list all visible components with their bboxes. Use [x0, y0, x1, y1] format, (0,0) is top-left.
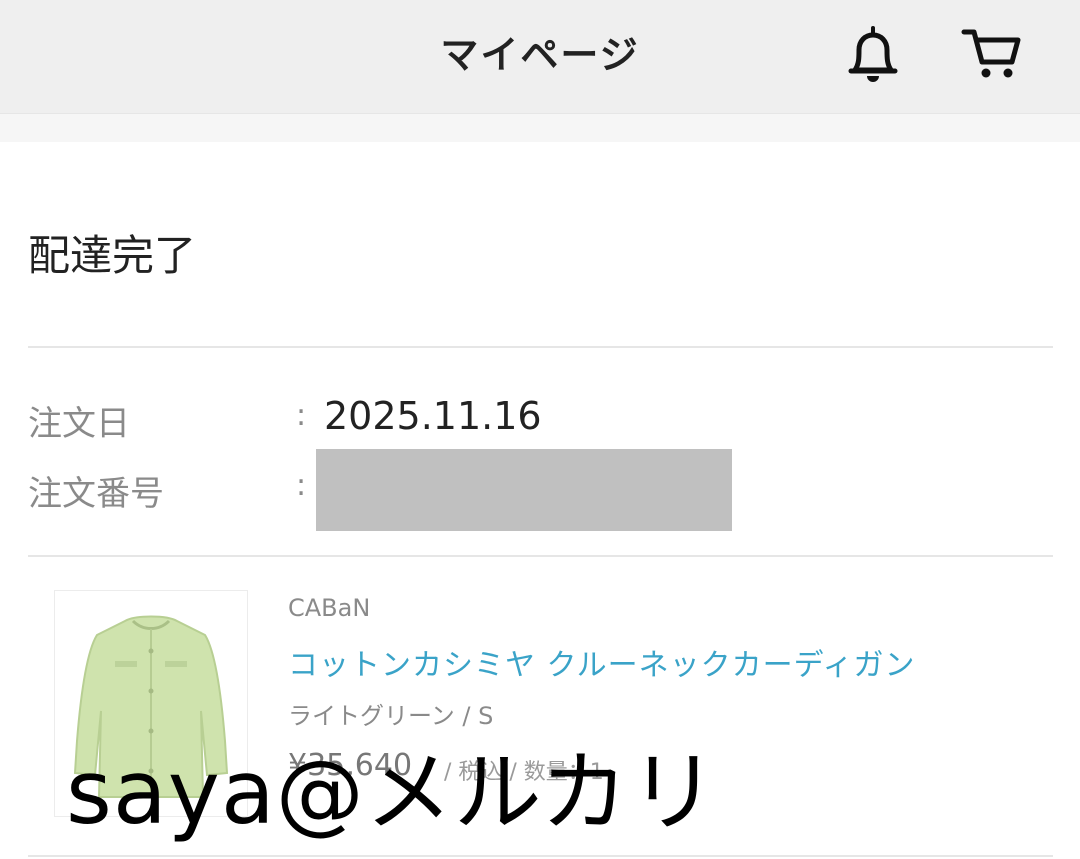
order-number-separator: :: [296, 468, 307, 503]
watermark-text: saya@メルカリ: [66, 741, 719, 844]
order-number-label: 注文番号: [28, 474, 164, 514]
bell-icon[interactable]: [845, 24, 901, 84]
order-number-redaction: [316, 449, 732, 531]
order-date-separator: :: [296, 398, 307, 433]
product-name-link[interactable]: コットンカシミヤ クルーネックカーディガン: [288, 640, 916, 684]
order-status: 配達完了: [28, 231, 197, 280]
top-bar: マイページ: [0, 0, 1080, 113]
header-spacer: [0, 113, 1080, 142]
order-date-value: 2025.11.16: [324, 394, 542, 438]
divider: [28, 855, 1053, 857]
order-date-label: 注文日: [28, 404, 130, 444]
page-title: マイページ: [440, 33, 640, 77]
cart-icon[interactable]: [960, 24, 1024, 84]
divider: [28, 555, 1053, 557]
divider: [28, 346, 1053, 348]
product-brand: CABaN: [288, 594, 371, 622]
